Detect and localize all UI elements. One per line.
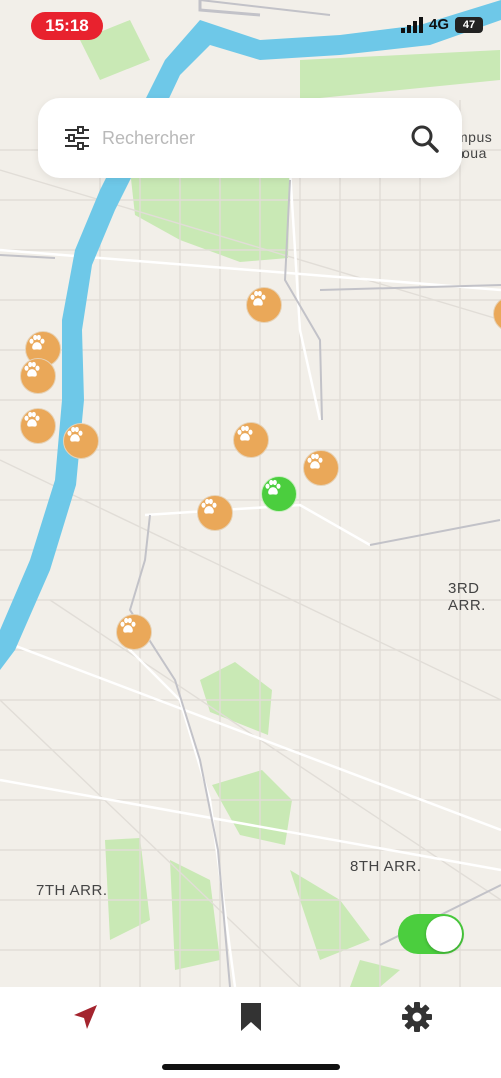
filter-icon[interactable] — [62, 123, 92, 153]
paw-pin[interactable] — [246, 287, 282, 323]
gear-icon — [402, 1002, 432, 1032]
signal-icon — [400, 16, 423, 33]
map-label-campus-2: oua — [462, 145, 487, 161]
search-input[interactable] — [100, 126, 404, 150]
tab-settings[interactable] — [399, 999, 435, 1035]
paw-pin[interactable] — [303, 450, 339, 486]
map-label-3rd-arr: 3RD ARR. — [448, 580, 486, 614]
paw-icon — [24, 411, 40, 427]
paw-icon — [265, 479, 281, 495]
paw-pin-selected[interactable] — [261, 476, 297, 512]
map-label-7th-arr: 7TH ARR. — [36, 882, 108, 899]
paw-pin[interactable] — [20, 358, 56, 394]
paw-icon — [201, 498, 217, 514]
tab-bookmarks[interactable] — [233, 999, 269, 1035]
paw-pin[interactable] — [116, 614, 152, 650]
map-toggle[interactable] — [398, 914, 464, 954]
bookmark-icon — [241, 1003, 261, 1031]
toggle-knob — [426, 916, 462, 952]
status-time: 15:18 — [31, 12, 103, 40]
paw-icon — [307, 453, 323, 469]
paw-pin[interactable] — [233, 422, 269, 458]
paw-pin[interactable] — [20, 408, 56, 444]
paw-icon — [24, 361, 40, 377]
battery-icon: 47 — [455, 16, 483, 33]
network-type: 4G — [428, 16, 449, 33]
location-arrow-icon — [74, 1005, 97, 1029]
home-indicator[interactable] — [162, 1064, 340, 1070]
search-icon[interactable] — [410, 124, 440, 154]
paw-icon — [29, 334, 45, 350]
paw-pin[interactable] — [63, 423, 99, 459]
paw-icon — [237, 425, 253, 441]
search-bar — [38, 98, 462, 178]
paw-icon — [250, 290, 266, 306]
paw-icon — [67, 426, 83, 442]
paw-pin[interactable] — [197, 495, 233, 531]
map-label-8th-arr: 8TH ARR. — [350, 858, 422, 875]
tab-map[interactable] — [67, 999, 103, 1035]
paw-icon — [120, 617, 136, 633]
status-indicators: 4G 47 — [400, 16, 483, 33]
